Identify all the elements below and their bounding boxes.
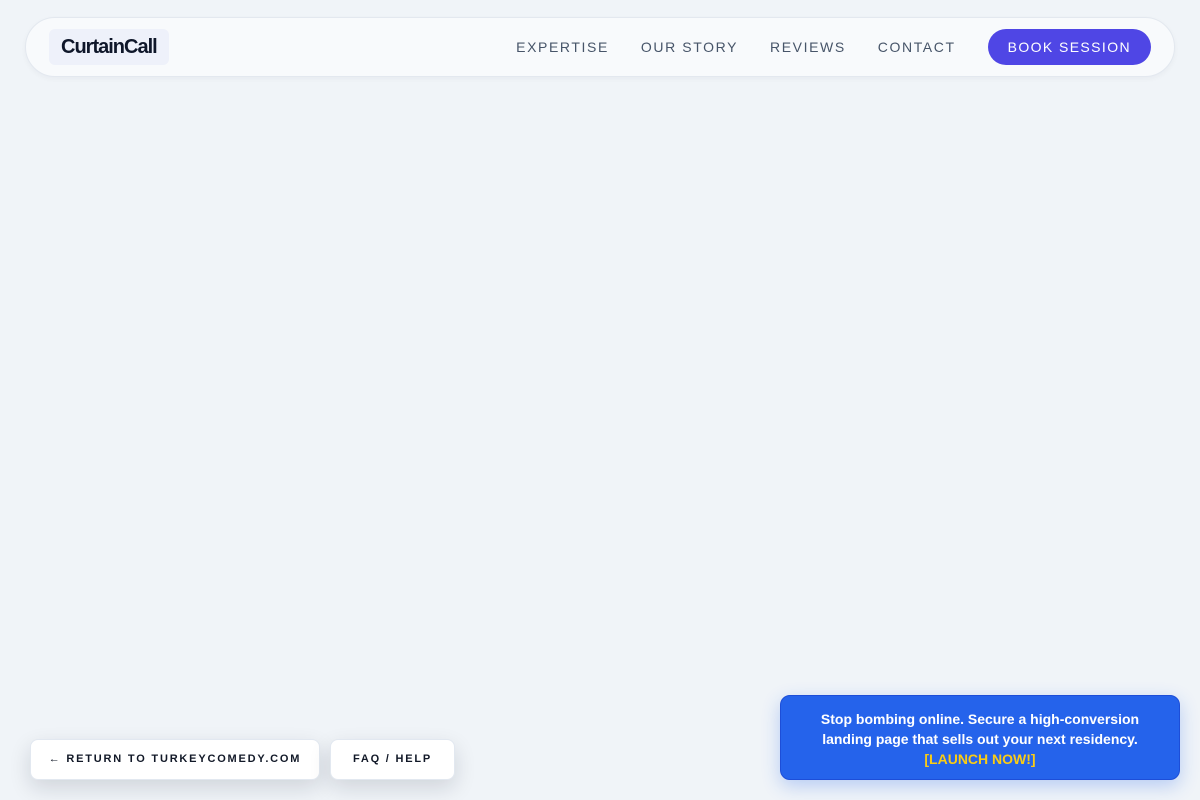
- launch-now-link[interactable]: [LAUNCH NOW!]: [924, 749, 1035, 769]
- bottom-actions: ← RETURN TO TURKEYCOMEDY.COM FAQ / HELP: [30, 739, 455, 780]
- page: CurtainCall EXPERTISE OUR STORY REVIEWS …: [0, 0, 1200, 800]
- book-session-button[interactable]: BOOK SESSION: [987, 29, 1151, 65]
- faq-help-button[interactable]: FAQ / HELP: [330, 739, 455, 780]
- promo-text: Stop bombing online. Secure a high-conve…: [820, 711, 1140, 747]
- brand-logo[interactable]: CurtainCall: [49, 29, 169, 65]
- nav-link-expertise[interactable]: EXPERTISE: [516, 39, 609, 55]
- top-navbar: CurtainCall EXPERTISE OUR STORY REVIEWS …: [25, 17, 1175, 77]
- nav-link-reviews[interactable]: REVIEWS: [770, 39, 846, 55]
- nav-link-contact[interactable]: CONTACT: [878, 39, 956, 55]
- nav-links: EXPERTISE OUR STORY REVIEWS CONTACT BOOK…: [516, 29, 1151, 65]
- return-home-button[interactable]: ← RETURN TO TURKEYCOMEDY.COM: [30, 739, 320, 780]
- promo-banner: Stop bombing online. Secure a high-conve…: [780, 695, 1180, 780]
- nav-link-our-story[interactable]: OUR STORY: [641, 39, 738, 55]
